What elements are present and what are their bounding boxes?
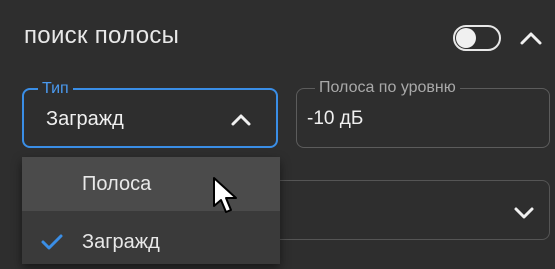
check-icon (41, 234, 63, 250)
band-level-field[interactable]: Полоса по уровню -10 дБ (296, 78, 550, 148)
section-title: поиск полосы (24, 22, 180, 49)
toggle-knob (456, 28, 476, 48)
collapsed-select[interactable] (280, 180, 550, 240)
menu-item-label: Полоса (82, 173, 152, 195)
menu-item-label: Загражд (82, 231, 160, 253)
band-level-label: Полоса по уровню (315, 78, 460, 98)
band-search-header: поиск полосы (0, 0, 555, 72)
type-select[interactable]: Тип Загражд (22, 79, 278, 148)
chevron-up-icon (231, 114, 251, 126)
collapse-chevron-up-icon[interactable] (518, 28, 544, 48)
mouse-cursor-icon (213, 177, 237, 213)
menu-item-zagrazhd[interactable]: Загражд (22, 215, 280, 269)
type-label: Тип (38, 79, 73, 99)
band-search-toggle[interactable] (453, 25, 501, 51)
band-level-value: -10 дБ (307, 108, 364, 129)
type-value: Загражд (46, 108, 124, 130)
chevron-down-icon[interactable] (512, 205, 536, 221)
